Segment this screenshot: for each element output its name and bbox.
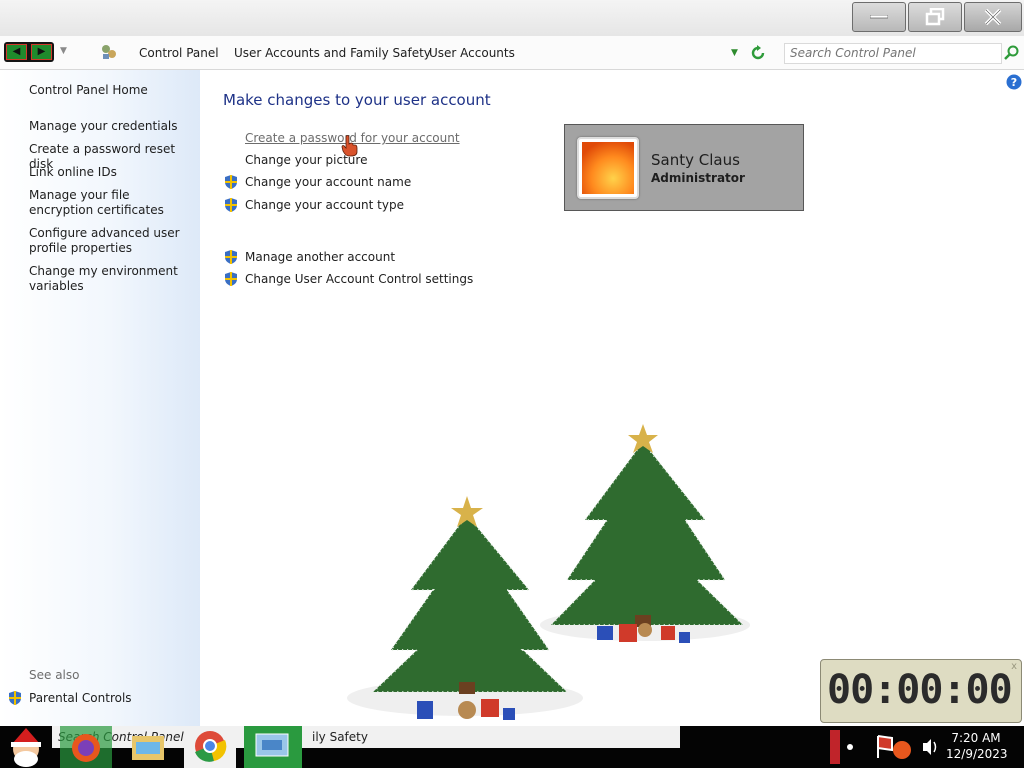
taskbar: Search Control Panel ily Safety 7:20 AM … bbox=[0, 726, 1024, 768]
sidebar-item-manage-credentials[interactable]: Manage your credentials bbox=[29, 119, 194, 134]
uac-shield-icon bbox=[225, 250, 237, 264]
address-dropdown[interactable]: ▼ bbox=[731, 48, 738, 58]
show-hidden-tray-icon[interactable] bbox=[830, 726, 858, 768]
parental-controls-link[interactable]: Parental Controls bbox=[7, 690, 132, 706]
change-account-name-link[interactable]: Change your account name bbox=[223, 174, 411, 190]
hand-cursor-icon bbox=[341, 135, 358, 157]
address-bar: ◀ ▶ ▼ Control Panel User Accounts and Fa… bbox=[0, 36, 1024, 70]
refresh-icon[interactable] bbox=[750, 45, 766, 61]
change-account-name-label: Change your account name bbox=[245, 175, 412, 189]
parental-controls-label: Parental Controls bbox=[29, 691, 132, 705]
stopwatch-display: 00:00:00 bbox=[827, 667, 1013, 713]
christmas-tree-icon bbox=[548, 424, 746, 643]
forward-button[interactable]: ▶ bbox=[31, 44, 52, 60]
account-picture[interactable] bbox=[577, 137, 639, 199]
christmas-tree-icon bbox=[370, 496, 570, 720]
uac-shield-icon bbox=[225, 198, 237, 212]
see-also-heading: See also bbox=[29, 668, 80, 682]
restore-icon bbox=[925, 8, 945, 26]
minimize-icon bbox=[870, 15, 888, 19]
minimize-button[interactable] bbox=[852, 2, 906, 32]
page-title: Make changes to your user account bbox=[223, 91, 491, 109]
change-account-type-link[interactable]: Change your account type bbox=[223, 197, 404, 213]
change-uac-settings-link[interactable]: Change User Account Control settings bbox=[223, 271, 473, 287]
control-panel-taskbar-icon[interactable] bbox=[244, 726, 302, 768]
search-input[interactable] bbox=[785, 44, 990, 61]
uac-shield-icon bbox=[225, 272, 237, 286]
gadget-close-button[interactable]: x bbox=[1011, 661, 1017, 672]
window-titlebar bbox=[0, 0, 1024, 36]
breadcrumb-user-accounts-family-safety[interactable]: User Accounts and Family Safety bbox=[234, 46, 431, 60]
nav-buttons: ◀ ▶ bbox=[4, 42, 54, 62]
sidebar-item-advanced-profile[interactable]: Configure advanced user profile properti… bbox=[29, 226, 194, 256]
sidebar-item-file-encryption[interactable]: Manage your file encryption certificates bbox=[29, 188, 194, 218]
search-icon[interactable] bbox=[1003, 45, 1019, 61]
tray-time[interactable]: 7:20 AM bbox=[946, 731, 1006, 745]
tray-date[interactable]: 12/9/2023 bbox=[946, 747, 1008, 761]
account-role: Administrator bbox=[651, 171, 745, 185]
change-account-type-label: Change your account type bbox=[245, 198, 404, 212]
sidebar: Control Panel Home Manage your credentia… bbox=[0, 70, 200, 726]
christmas-trees-gadget bbox=[347, 424, 750, 720]
chrome-icon[interactable] bbox=[184, 726, 236, 768]
close-icon bbox=[984, 9, 1002, 25]
search-box[interactable] bbox=[784, 43, 1002, 64]
recent-pages-dropdown[interactable]: ▼ bbox=[60, 46, 67, 56]
account-name: Santy Claus bbox=[651, 151, 740, 169]
help-icon[interactable]: ? bbox=[1006, 74, 1022, 90]
action-center-flag-icon[interactable] bbox=[872, 726, 920, 768]
santa-start-icon[interactable] bbox=[4, 726, 48, 768]
sidebar-item-control-panel-home[interactable]: Control Panel Home bbox=[29, 83, 194, 98]
taskbar-window-title-2[interactable]: ily Safety bbox=[312, 730, 368, 744]
uac-shield-icon bbox=[225, 175, 237, 189]
caption-buttons bbox=[850, 2, 1022, 32]
manage-another-account-label: Manage another account bbox=[245, 250, 396, 264]
change-uac-settings-label: Change User Account Control settings bbox=[245, 272, 474, 286]
account-tile: Santy Claus Administrator bbox=[564, 124, 804, 211]
sidebar-item-environment-variables[interactable]: Change my environment variables bbox=[29, 264, 194, 294]
back-button[interactable]: ◀ bbox=[6, 44, 27, 60]
sidebar-item-link-online-ids[interactable]: Link online IDs bbox=[29, 165, 194, 180]
restore-button[interactable] bbox=[908, 2, 962, 32]
firefox-icon[interactable] bbox=[60, 726, 112, 768]
breadcrumb-control-panel[interactable]: Control Panel bbox=[139, 46, 219, 60]
svg-text:?: ? bbox=[1011, 76, 1017, 89]
control-panel-icon bbox=[102, 45, 116, 59]
shield-icon bbox=[9, 691, 21, 705]
manage-another-account-link[interactable]: Manage another account bbox=[223, 249, 395, 265]
stopwatch-gadget[interactable]: 00:00:00 x bbox=[820, 659, 1022, 723]
file-explorer-icon[interactable] bbox=[122, 726, 174, 768]
volume-icon[interactable] bbox=[920, 726, 940, 768]
close-button[interactable] bbox=[964, 2, 1022, 32]
breadcrumb-user-accounts[interactable]: User Accounts bbox=[429, 46, 515, 60]
